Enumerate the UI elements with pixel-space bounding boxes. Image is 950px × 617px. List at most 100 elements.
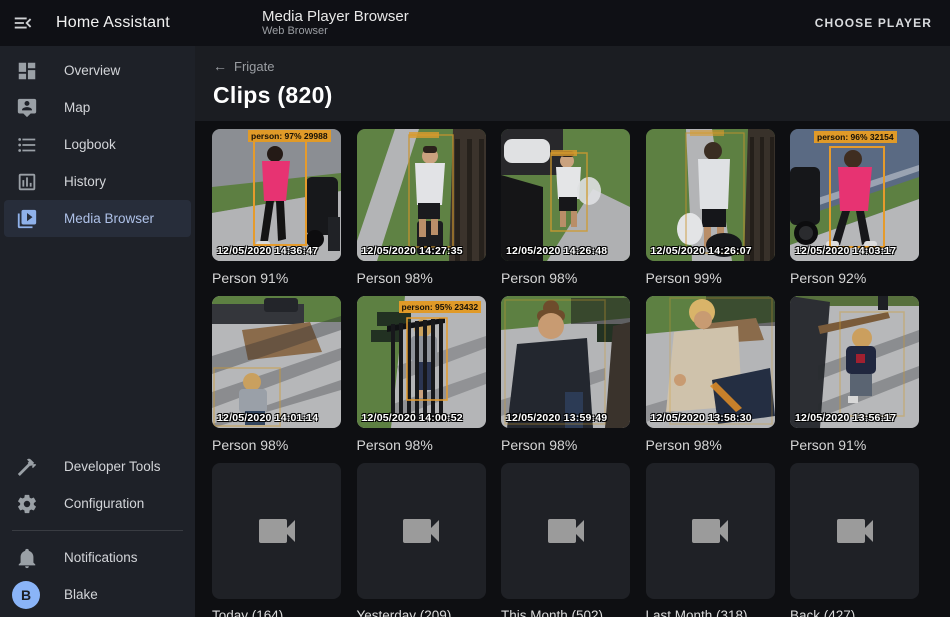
media-grid: person: 97% 29988 12/05/2020 14:36:47 Pe… (212, 129, 936, 617)
clip-timestamp: 12/05/2020 14:36:47 (217, 245, 318, 257)
clip-thumbnail: 12/05/2020 14:27:35 (357, 129, 486, 261)
choose-player-button[interactable]: CHOOSE PLAYER (815, 16, 932, 30)
app-title: Home Assistant (56, 14, 170, 32)
menu-open-icon[interactable] (0, 0, 46, 46)
clip-timestamp: 12/05/2020 14:27:35 (362, 245, 463, 257)
user-menu[interactable]: B Blake (4, 576, 191, 613)
app-header: Home Assistant Media Player Browser Web … (0, 0, 950, 46)
clip-art (646, 296, 775, 428)
bell-icon (16, 547, 38, 569)
dashboard-icon (16, 60, 38, 82)
avatar: B (12, 581, 40, 609)
folder-card-today[interactable]: Today (164) (212, 463, 341, 617)
detection-badge: person: 97% 29988 (248, 130, 331, 142)
sidebar-divider (12, 530, 183, 531)
sidebar: Overview Map Logbook History Media Brows… (0, 46, 195, 617)
clip-art (790, 296, 919, 428)
clip-thumbnail: person: 95% 23432 12/05/2020 14:00:52 (357, 296, 486, 428)
user-name: Blake (64, 587, 98, 602)
clip-label: Person 92% (790, 270, 919, 286)
list-icon (16, 134, 38, 156)
clip-card-1[interactable]: person: 97% 29988 12/05/2020 14:36:47 Pe… (212, 129, 341, 286)
clip-timestamp: 12/05/2020 13:58:30 (651, 412, 752, 424)
clip-art (646, 129, 775, 261)
clip-label: Person 98% (357, 437, 486, 453)
folder-card-yesterday[interactable]: Yesterday (209) (357, 463, 486, 617)
clip-card-2[interactable]: 12/05/2020 14:27:35 Person 98% (357, 129, 486, 286)
folder-thumbnail (501, 463, 630, 599)
play-box-multiple-icon (16, 208, 38, 230)
folder-label: Back (427) (790, 608, 919, 617)
sidebar-item-label: Overview (64, 63, 120, 78)
clip-timestamp: 12/05/2020 13:56:17 (795, 412, 896, 424)
breadcrumb-back[interactable]: ← Frigate (213, 59, 274, 74)
video-icon (253, 507, 301, 555)
sidebar-item-developer-tools[interactable]: Developer Tools (4, 448, 191, 485)
clip-card-6[interactable]: 12/05/2020 14:01:14 Person 98% (212, 296, 341, 453)
folder-thumbnail (646, 463, 775, 599)
notifications-label: Notifications (64, 550, 138, 565)
sidebar-item-map[interactable]: Map (4, 89, 191, 126)
clip-art (357, 296, 486, 428)
folder-card-this-month[interactable]: This Month (502) (501, 463, 630, 617)
sidebar-item-overview[interactable]: Overview (4, 52, 191, 89)
video-icon (831, 507, 879, 555)
main-content: ← Frigate Clips (820) (195, 46, 950, 617)
panel-header: Media Player Browser Web Browser (262, 0, 409, 46)
clip-label: Person 98% (501, 437, 630, 453)
content-header: ← Frigate Clips (820) (195, 46, 950, 121)
clip-thumbnail: person: 97% 29988 12/05/2020 14:36:47 (212, 129, 341, 261)
panel-subtitle: Web Browser (262, 25, 409, 38)
sidebar-spacer (0, 237, 195, 448)
page-title: Clips (820) (213, 82, 926, 109)
clip-timestamp: 12/05/2020 14:26:07 (651, 245, 752, 257)
clip-art (212, 296, 341, 428)
video-icon (542, 507, 590, 555)
clip-card-10[interactable]: 12/05/2020 13:56:17 Person 91% (790, 296, 919, 453)
clip-card-9[interactable]: 12/05/2020 13:58:30 Person 98% (646, 296, 775, 453)
video-icon (686, 507, 734, 555)
folder-label: This Month (502) (501, 608, 630, 617)
media-grid-area: person: 97% 29988 12/05/2020 14:36:47 Pe… (195, 121, 950, 617)
clip-thumbnail: 12/05/2020 13:59:49 (501, 296, 630, 428)
folder-label: Yesterday (209) (357, 608, 486, 617)
clip-card-5[interactable]: person: 96% 32154 12/05/2020 14:03:17 Pe… (790, 129, 919, 286)
sidebar-item-label: History (64, 174, 106, 189)
sidebar-item-logbook[interactable]: Logbook (4, 126, 191, 163)
map-account-icon (16, 97, 38, 119)
clip-art (357, 129, 486, 261)
clip-label: Person 91% (212, 270, 341, 286)
clip-card-4[interactable]: 12/05/2020 14:26:07 Person 99% (646, 129, 775, 286)
clip-thumbnail: 12/05/2020 14:01:14 (212, 296, 341, 428)
notifications-button[interactable]: Notifications (4, 539, 191, 576)
clip-label: Person 98% (501, 270, 630, 286)
clip-timestamp: 12/05/2020 14:01:14 (217, 412, 318, 424)
clip-art (501, 129, 630, 261)
sidebar-item-label: Map (64, 100, 90, 115)
clip-thumbnail: 12/05/2020 14:26:07 (646, 129, 775, 261)
sidebar-item-configuration[interactable]: Configuration (4, 485, 191, 522)
clip-card-8[interactable]: 12/05/2020 13:59:49 Person 98% (501, 296, 630, 453)
clip-thumbnail: 12/05/2020 13:56:17 (790, 296, 919, 428)
sidebar-item-media-browser[interactable]: Media Browser (4, 200, 191, 237)
clip-card-3[interactable]: 12/05/2020 14:26:48 Person 98% (501, 129, 630, 286)
back-arrow-icon: ← (213, 60, 227, 73)
sidebar-item-label: Configuration (64, 496, 144, 511)
gear-icon (16, 493, 38, 515)
folder-card-last-month[interactable]: Last Month (318) (646, 463, 775, 617)
sidebar-item-label: Logbook (64, 137, 116, 152)
clip-card-7[interactable]: person: 95% 23432 12/05/2020 14:00:52 Pe… (357, 296, 486, 453)
panel-title: Media Player Browser (262, 8, 409, 25)
folder-card-back[interactable]: Back (427) (790, 463, 919, 617)
clip-timestamp: 12/05/2020 14:03:17 (795, 245, 896, 257)
detection-badge: person: 96% 32154 (814, 131, 897, 143)
clip-timestamp: 12/05/2020 14:26:48 (506, 245, 607, 257)
clip-thumbnail: 12/05/2020 14:26:48 (501, 129, 630, 261)
clip-art (501, 296, 630, 428)
clip-thumbnail: person: 96% 32154 12/05/2020 14:03:17 (790, 129, 919, 261)
clip-label: Person 99% (646, 270, 775, 286)
breadcrumb-label: Frigate (234, 59, 274, 74)
clip-timestamp: 12/05/2020 14:00:52 (362, 412, 463, 424)
sidebar-item-history[interactable]: History (4, 163, 191, 200)
folder-thumbnail (357, 463, 486, 599)
